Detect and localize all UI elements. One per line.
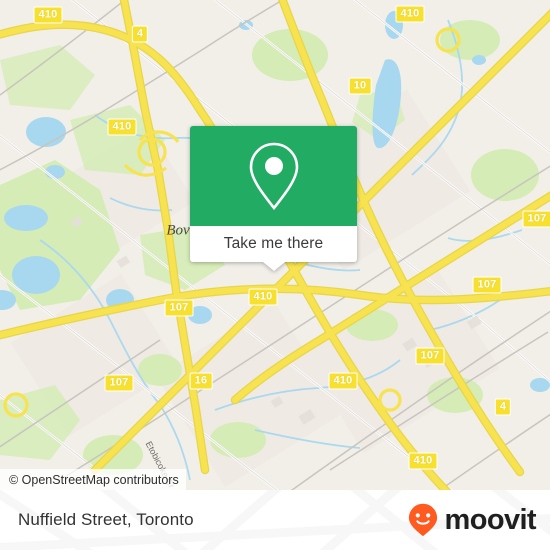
map-place-label: Bov (166, 222, 190, 239)
moovit-brand[interactable]: moovit (408, 503, 537, 537)
callout-pin-area (190, 126, 357, 226)
location-callout-card[interactable]: Take me there (190, 126, 357, 271)
map-canvas[interactable]: Bov Etobicoke Cr 410 4 410 10 410 107 41… (0, 0, 550, 490)
highway-shield-16-s[interactable]: 16 (189, 372, 213, 390)
highway-shield-410-ne[interactable]: 410 (395, 5, 425, 23)
highway-shield-107-se[interactable]: 107 (415, 347, 445, 365)
moovit-location-card: Bov Etobicoke Cr 410 4 410 10 410 107 41… (0, 0, 550, 550)
map-pin-icon (249, 142, 298, 211)
callout-action-area[interactable]: Take me there (190, 226, 357, 271)
footer-content: Nuffield Street, Toronto moovit (0, 490, 550, 550)
location-title: Nuffield Street, Toronto (18, 510, 194, 529)
highway-shield-107-e[interactable]: 107 (522, 210, 550, 228)
attribution-text: © OpenStreetMap contributors (9, 472, 179, 487)
highway-shield-410-c[interactable]: 410 (248, 288, 278, 306)
take-me-there-label: Take me there (223, 235, 324, 252)
highway-shield-4-nw[interactable]: 4 (131, 25, 149, 43)
highway-shield-107-sw[interactable]: 107 (104, 374, 134, 392)
callout-pointer (262, 262, 285, 271)
highway-shield-4-se[interactable]: 4 (494, 398, 512, 416)
highway-shield-10-ne[interactable]: 10 (348, 77, 372, 95)
moovit-wordmark: moovit (444, 503, 537, 536)
map-attribution[interactable]: © OpenStreetMap contributors (0, 469, 186, 490)
highway-shield-410-nw[interactable]: 410 (33, 6, 63, 24)
highway-shield-410-w[interactable]: 410 (107, 118, 137, 136)
footer-bar: Nuffield Street, Toronto moovit (0, 490, 550, 550)
highway-shield-410-s[interactable]: 410 (328, 372, 358, 390)
highway-shield-107-e2[interactable]: 107 (472, 276, 502, 294)
highway-shield-410-sc[interactable]: 410 (408, 452, 438, 470)
highway-shield-107-w[interactable]: 107 (164, 299, 194, 317)
moovit-smiley-pin-icon (408, 503, 437, 537)
